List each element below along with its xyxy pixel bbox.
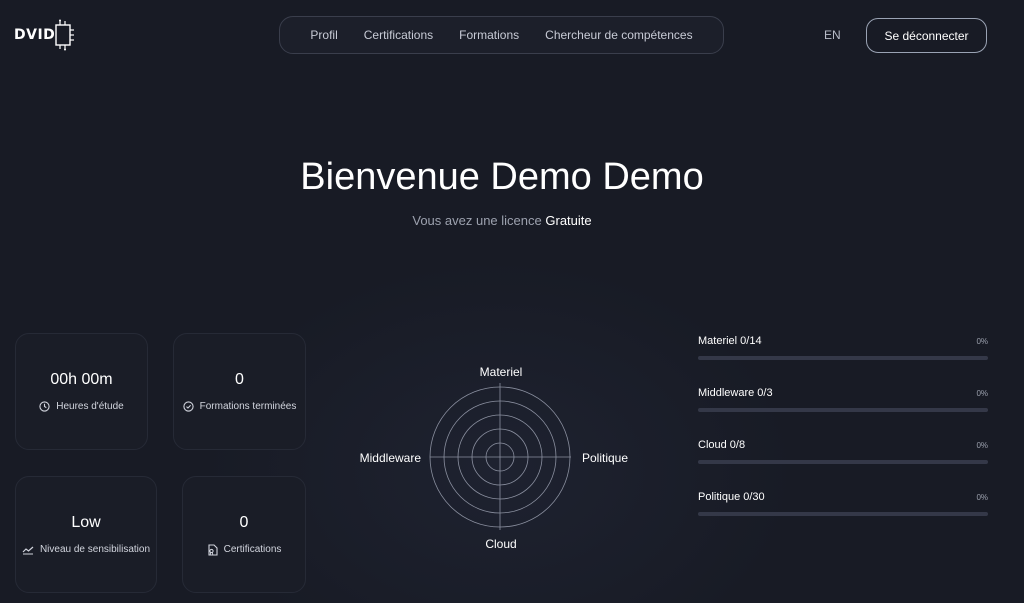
logo[interactable]: DVID	[14, 17, 75, 53]
skills-radar-chart: Materiel Politique Cloud Middleware	[360, 365, 629, 551]
radar-axis-right: Politique	[582, 451, 628, 465]
chip-icon	[55, 19, 75, 51]
radar-axis-bottom: Cloud	[485, 537, 516, 551]
formations-done-label: Formations terminées	[199, 401, 297, 412]
progress-cloud: Cloud 0/8 0%	[698, 439, 988, 464]
awareness-value: Low	[71, 514, 101, 531]
radar-axis-left: Middleware	[360, 451, 422, 465]
progress-politique: Politique 0/30 0%	[698, 491, 988, 516]
license-type: Gratuite	[545, 213, 592, 228]
license-text: Vous avez une licence	[412, 213, 542, 228]
study-hours-card: 00h 00m Heures d'étude	[15, 333, 148, 450]
trend-line-icon	[22, 546, 34, 554]
progress-bar	[698, 460, 988, 464]
radar-axis-top: Materiel	[480, 365, 523, 379]
logo-text: DVID	[14, 27, 56, 43]
formations-done-card: 0 Formations terminées	[173, 333, 306, 450]
nav-certifications[interactable]: Certifications	[351, 28, 446, 42]
progress-name: Middleware 0/3	[698, 387, 773, 399]
page-title: Bienvenue Demo Demo	[300, 156, 704, 198]
check-circle-icon	[183, 401, 194, 412]
logout-button[interactable]: Se déconnecter	[866, 18, 987, 53]
progress-percent: 0%	[976, 336, 988, 346]
awareness-card: Low Niveau de sensibilisation	[15, 476, 157, 593]
progress-middleware: Middleware 0/3 0%	[698, 387, 988, 412]
progress-bar	[698, 408, 988, 412]
progress-percent: 0%	[976, 492, 988, 502]
nav-chercheur-competences[interactable]: Chercheur de compétences	[532, 28, 705, 42]
clock-icon	[39, 401, 50, 412]
study-hours-label: Heures d'étude	[56, 401, 124, 412]
main-nav: Profil Certifications Formations Cherche…	[279, 16, 724, 54]
license-subtitle: Vous avez une licence Gratuite	[0, 213, 1004, 228]
certificate-icon	[208, 543, 218, 556]
nav-formations[interactable]: Formations	[446, 28, 532, 42]
progress-name: Politique 0/30	[698, 491, 765, 503]
progress-percent: 0%	[976, 388, 988, 398]
formations-done-value: 0	[235, 371, 244, 388]
certifications-card: 0 Certifications	[182, 476, 306, 593]
progress-name: Cloud 0/8	[698, 439, 746, 451]
progress-materiel: Materiel 0/14 0%	[698, 335, 988, 360]
certifications-label: Certifications	[223, 544, 282, 555]
nav-profil[interactable]: Profil	[297, 28, 350, 42]
radar-grid	[429, 383, 571, 530]
progress-percent: 0%	[976, 440, 988, 450]
progress-bar	[698, 356, 988, 360]
awareness-label: Niveau de sensibilisation	[39, 544, 151, 555]
study-hours-value: 00h 00m	[50, 371, 113, 388]
progress-bar	[698, 512, 988, 516]
progress-name: Materiel 0/14	[698, 335, 762, 347]
language-switch[interactable]: EN	[824, 28, 841, 42]
certifications-value: 0	[239, 513, 249, 531]
